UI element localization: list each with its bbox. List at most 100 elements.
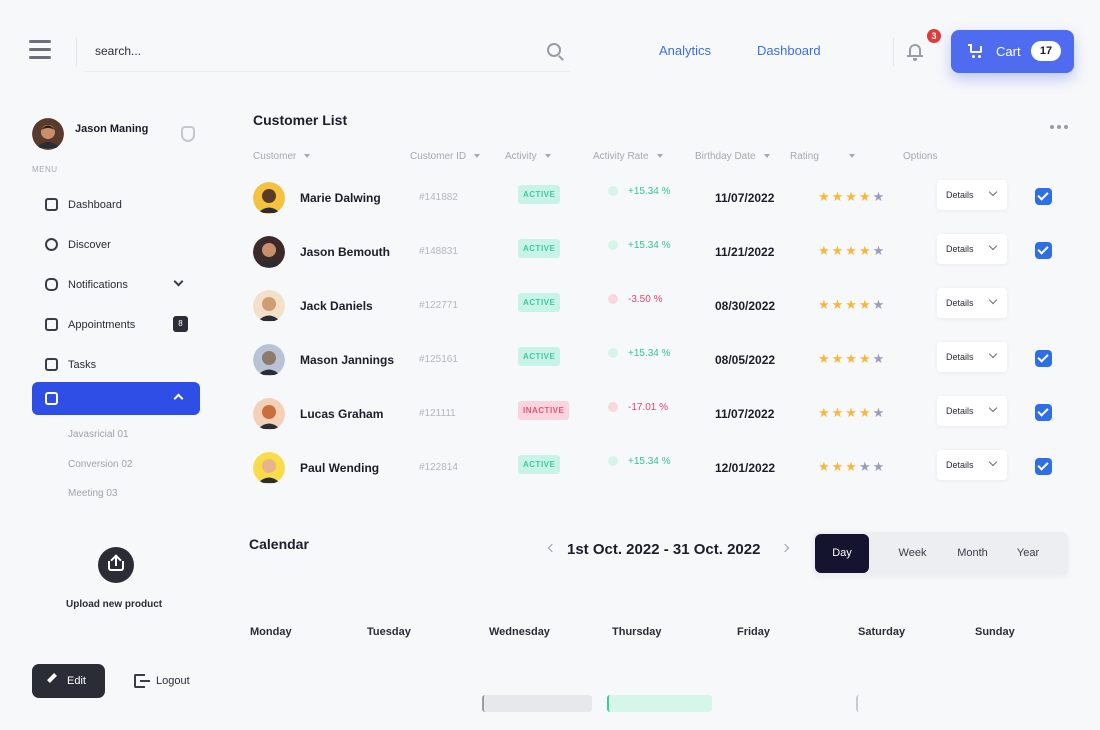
- sort-icon: [304, 154, 311, 159]
- view-year-button[interactable]: Year: [1003, 532, 1053, 575]
- row-checkbox[interactable]: [1035, 350, 1052, 367]
- cart-count-badge: 17: [1031, 41, 1061, 61]
- cart-button[interactable]: Cart 17: [951, 30, 1074, 73]
- calendar-event[interactable]: [607, 695, 712, 712]
- customer-id: #148831: [419, 246, 458, 257]
- menu-section-label: MENU: [32, 165, 58, 174]
- day-header: Tuesday: [367, 626, 411, 638]
- search-icon[interactable]: [547, 43, 561, 57]
- column-header-birthday-date[interactable]: Birthday Date: [695, 151, 770, 162]
- calendar-event[interactable]: [856, 695, 936, 712]
- birthday-date: 11/21/2022: [715, 245, 775, 259]
- trend-down-icon: [608, 294, 618, 305]
- customer-name: Marie Dalwing: [300, 191, 381, 205]
- details-dropdown[interactable]: Details: [937, 234, 1007, 264]
- nav-analytics[interactable]: Analytics: [659, 43, 711, 58]
- sidebar-item-label: Appointments: [68, 319, 136, 331]
- trend-down-icon: [608, 402, 618, 413]
- day-header: Sunday: [975, 626, 1015, 638]
- customer-avatar: [253, 344, 285, 376]
- sidebar-item-discover[interactable]: Discover: [32, 230, 200, 260]
- row-checkbox[interactable]: [1035, 404, 1052, 421]
- activity-rate: -3.50 %: [608, 294, 662, 305]
- sidebar-subitem[interactable]: Javasricial 01: [68, 429, 129, 440]
- calendar-event[interactable]: [482, 695, 592, 712]
- nav-dashboard[interactable]: Dashboard: [757, 43, 821, 58]
- logout-button[interactable]: Logout: [132, 672, 202, 692]
- sidebar-item-tasks[interactable]: Tasks: [32, 350, 200, 380]
- customer-name: Paul Wending: [300, 461, 380, 475]
- discover-icon: [45, 238, 58, 251]
- edit-label: Edit: [67, 675, 86, 687]
- sidebar-item-appointments[interactable]: Appointments 8: [32, 310, 200, 340]
- birthday-date: 12/01/2022: [715, 461, 776, 475]
- date-range: 1st Oct. 2022 - 31 Oct. 2022: [567, 541, 761, 558]
- sort-icon: [848, 154, 855, 159]
- pencil-icon: [47, 673, 57, 683]
- details-dropdown[interactable]: Details: [937, 450, 1007, 480]
- status-badge: INACTIVE: [518, 401, 570, 420]
- notification-badge: 3: [927, 29, 941, 43]
- column-header-customer-id[interactable]: Customer ID: [410, 151, 481, 162]
- customer-name: Jason Bemouth: [300, 245, 391, 259]
- view-month-button[interactable]: Month: [945, 532, 1000, 575]
- details-dropdown[interactable]: Details: [937, 288, 1007, 318]
- sidebar-subitem[interactable]: Meeting 03: [68, 488, 117, 499]
- sort-icon: [474, 154, 481, 159]
- star-rating[interactable]: ★★★★★: [818, 459, 886, 475]
- table-row: Jack Daniels #122771 ACTIVE -3.50 % 08/30/20…: [250, 279, 1065, 333]
- next-range-icon[interactable]: [780, 543, 790, 553]
- top-divider: [76, 38, 77, 66]
- sidebar-item-notifications[interactable]: Notifications: [32, 270, 200, 300]
- star-rating[interactable]: ★★★★★: [818, 189, 886, 205]
- shield-icon[interactable]: [181, 126, 195, 142]
- customer-avatar: [253, 182, 285, 214]
- star-rating[interactable]: ★★★★★: [818, 243, 886, 259]
- sidebar-item-documents[interactable]: [32, 382, 200, 415]
- sidebar-subitem[interactable]: Conversion 02: [68, 459, 132, 470]
- chevron-down-icon: [988, 241, 998, 251]
- star-rating[interactable]: ★★★★★: [818, 405, 886, 421]
- row-checkbox[interactable]: [1035, 242, 1052, 259]
- birthday-date: 11/07/2022: [715, 407, 775, 421]
- column-header-rating[interactable]: Rating: [790, 151, 855, 162]
- chart-icon: [45, 318, 58, 331]
- details-label: Details: [946, 460, 974, 470]
- view-week-button[interactable]: Week: [885, 532, 940, 575]
- row-checkbox[interactable]: [1035, 188, 1052, 205]
- star-rating[interactable]: ★★★★★: [818, 351, 886, 367]
- activity-rate: +15.34 %: [608, 348, 671, 359]
- details-dropdown[interactable]: Details: [937, 180, 1007, 210]
- column-header-activity[interactable]: Activity: [505, 151, 551, 162]
- column-header-activity-rate[interactable]: Activity Rate: [593, 151, 663, 162]
- chevron-down-icon: [988, 295, 998, 305]
- chevron-down-icon: [988, 403, 998, 413]
- birthday-date: 11/07/2022: [715, 191, 775, 205]
- day-header: Monday: [250, 626, 292, 638]
- activity-rate: +15.34 %: [608, 456, 671, 467]
- prev-range-icon[interactable]: [547, 543, 557, 553]
- more-options-icon[interactable]: [1050, 116, 1072, 129]
- top-divider-right: [893, 38, 894, 66]
- row-checkbox[interactable]: [1035, 458, 1052, 475]
- day-header: Saturday: [858, 626, 906, 638]
- table-row: Lucas Graham #121111 INACTIVE -17.01 % 11/07…: [250, 387, 1065, 441]
- details-dropdown[interactable]: Details: [937, 342, 1007, 372]
- user-avatar[interactable]: [32, 118, 64, 150]
- view-day-button[interactable]: Day: [815, 534, 869, 573]
- sort-icon: [656, 154, 663, 159]
- bell-icon[interactable]: [906, 42, 924, 62]
- folder-icon: [45, 278, 58, 291]
- hamburger-menu-icon[interactable]: [29, 40, 51, 60]
- column-header-customer[interactable]: Customer: [253, 151, 311, 162]
- row-checkbox[interactable]: [1035, 296, 1052, 313]
- sort-icon: [544, 154, 551, 159]
- edit-button[interactable]: Edit: [32, 664, 105, 698]
- sidebar-item-dashboard[interactable]: Dashboard: [32, 190, 200, 220]
- sidebar-item-label: Dashboard: [68, 199, 122, 211]
- details-dropdown[interactable]: Details: [937, 396, 1007, 426]
- star-rating[interactable]: ★★★★★: [818, 297, 886, 313]
- search-input[interactable]: [95, 40, 515, 62]
- sidebar-item-label: Tasks: [68, 359, 97, 371]
- upload-button[interactable]: [98, 547, 134, 583]
